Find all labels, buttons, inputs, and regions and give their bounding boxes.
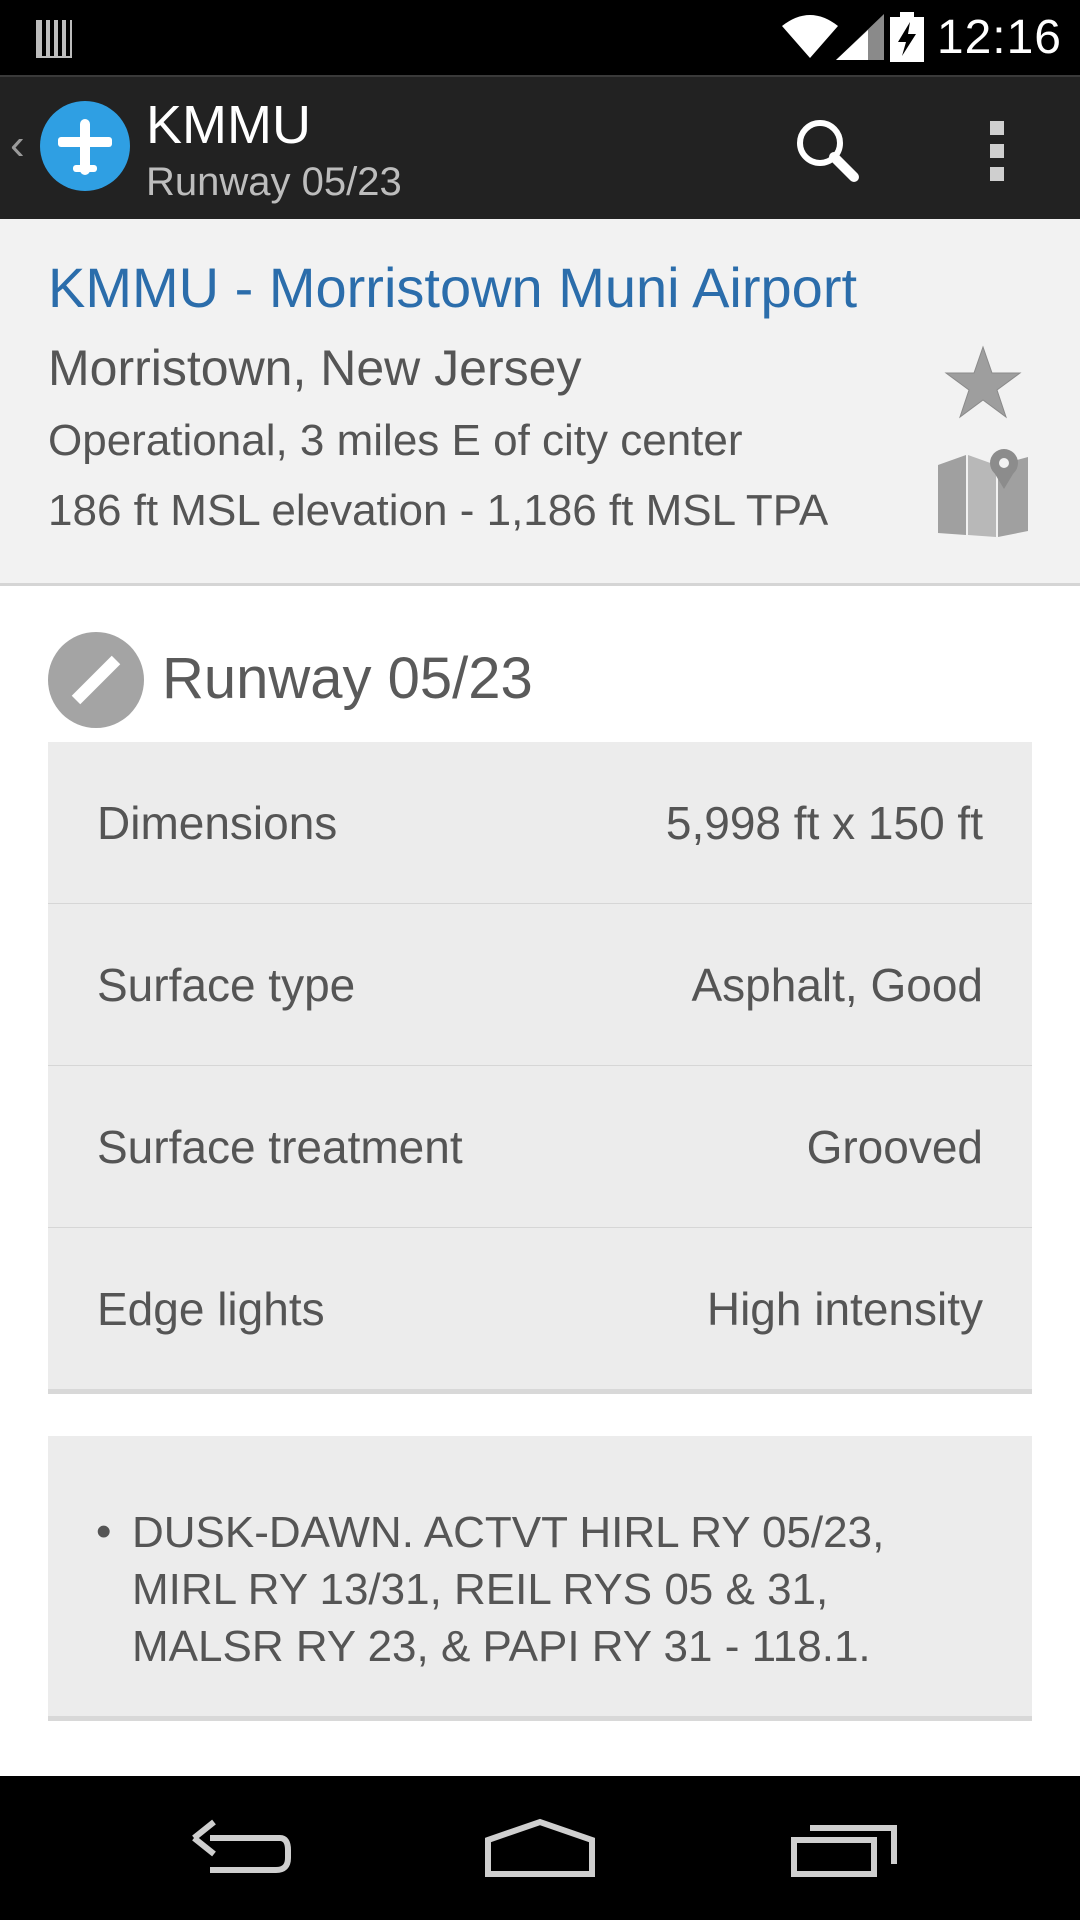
clock: 12:16 [936,11,1062,64]
action-bar: ‹ KMMU Runway 05/23 [0,75,1080,221]
row-label: Surface treatment [97,1121,463,1173]
row-label: Surface type [97,959,356,1011]
row-label: Edge lights [97,1283,325,1335]
page-subtitle: Runway 05/23 [146,160,402,204]
bullet-icon: • [96,1507,112,1556]
home-icon[interactable] [470,1808,610,1888]
recents-icon[interactable] [774,1808,914,1888]
notification-icon [36,14,72,63]
row-value: 5,998 ft x 150 ft [665,797,983,849]
row-label: Dimensions [97,797,338,849]
overflow-menu-icon[interactable] [968,111,1028,191]
page-title: KMMU [146,95,311,155]
navigation-bar [0,1776,1080,1920]
battery-charging-icon [890,12,924,67]
details-row: Dimensions 5,998 ft x 150 ft [48,742,1032,903]
airport-name: KMMU - Morristown Muni Airport [48,256,858,319]
airport-city: Morristown, New Jersey [48,340,582,396]
airport-elevation: 186 ft MSL elevation - 1,186 ft MSL TPA [48,486,829,535]
status-bar: 12:16 [0,0,1080,75]
runway-icon [48,632,144,728]
row-value: Grooved [806,1121,983,1173]
details-row: Surface type Asphalt, Good [48,903,1032,1065]
row-value: Asphalt, Good [691,959,983,1011]
runway-title: Runway 05/23 [162,646,533,711]
runway-details-table: Dimensions 5,998 ft x 150 ft Surface typ… [48,742,1032,1394]
signal-icon [836,14,884,65]
airport-header: KMMU - Morristown Muni Airport Morristow… [0,219,1080,586]
search-icon[interactable] [788,111,868,191]
map-icon[interactable] [936,445,1030,537]
details-row: Surface treatment Grooved [48,1065,1032,1227]
runway-remarks: • DUSK-DAWN. ACTVT HIRL RY 05/23, MIRL R… [48,1436,1032,1721]
remark-text: DUSK-DAWN. ACTVT HIRL RY 05/23, MIRL RY … [132,1508,885,1671]
star-icon[interactable] [944,343,1022,421]
wifi-icon [782,14,838,63]
runway-section-header: Runway 05/23 [48,632,1038,728]
details-row: Edge lights High intensity [48,1227,1032,1389]
airport-status: Operational, 3 miles E of city center [48,416,743,465]
row-value: High intensity [706,1283,983,1335]
airplane-logo-icon[interactable] [40,101,130,191]
back-icon[interactable] [170,1808,310,1888]
up-caret-icon[interactable]: ‹ [10,123,25,167]
